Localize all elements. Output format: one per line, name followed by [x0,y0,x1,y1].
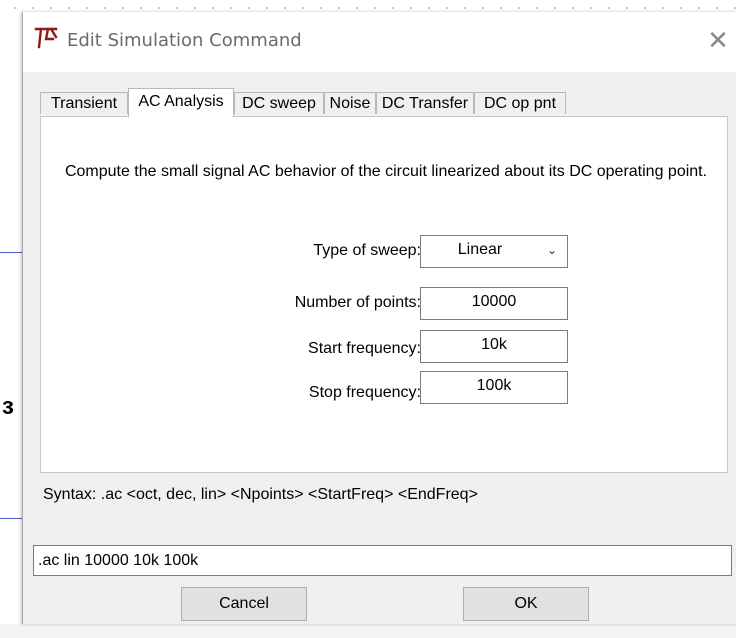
close-icon: ✕ [707,26,729,56]
start-frequency-label: Start frequency: [308,340,421,357]
stop-frequency-input[interactable]: 100k [420,371,568,404]
schematic-wire [0,518,22,519]
syntax-hint: Syntax: .ac <oct, dec, lin> <Npoints> <S… [43,486,478,503]
type-of-sweep-label: Type of sweep: [313,242,421,259]
schematic-label-fragment: ɜ [2,393,14,420]
ok-button[interactable]: OK [463,587,589,621]
analysis-description: Compute the small signal AC behavior of … [64,163,708,180]
dialog-title: Edit Simulation Command [67,30,302,51]
dialog-titlebar: Edit Simulation Command ✕ [23,12,736,72]
ltspice-logo-icon [34,27,58,49]
number-of-points-input[interactable]: 10000 [420,287,568,320]
type-of-sweep-value: Linear [457,241,503,258]
tab-noise[interactable]: Noise [324,92,376,114]
schematic-background [0,0,22,638]
schematic-wire [0,252,22,253]
start-frequency-input[interactable]: 10k [420,330,568,363]
edit-simulation-dialog: Edit Simulation Command ✕ Transient AC A… [22,12,736,624]
tab-dc-sweep[interactable]: DC sweep [234,92,324,114]
cancel-button[interactable]: Cancel [181,587,307,621]
tab-ac-analysis[interactable]: AC Analysis [128,88,234,117]
command-line-input[interactable] [33,545,732,576]
schematic-grid-dots [0,0,736,12]
tab-transient[interactable]: Transient [40,92,128,114]
type-of-sweep-select[interactable]: Linear ⌄ [420,235,568,268]
tab-dc-transfer[interactable]: DC Transfer [376,92,474,114]
stop-frequency-label: Stop frequency: [308,384,421,401]
ac-analysis-panel: Compute the small signal AC behavior of … [40,116,728,473]
tab-dc-op-pnt[interactable]: DC op pnt [474,92,566,114]
schematic-bottom-strip [0,624,736,638]
chevron-down-icon: ⌄ [546,243,557,257]
close-button[interactable]: ✕ [699,24,736,58]
number-of-points-label: Number of points: [294,294,421,311]
